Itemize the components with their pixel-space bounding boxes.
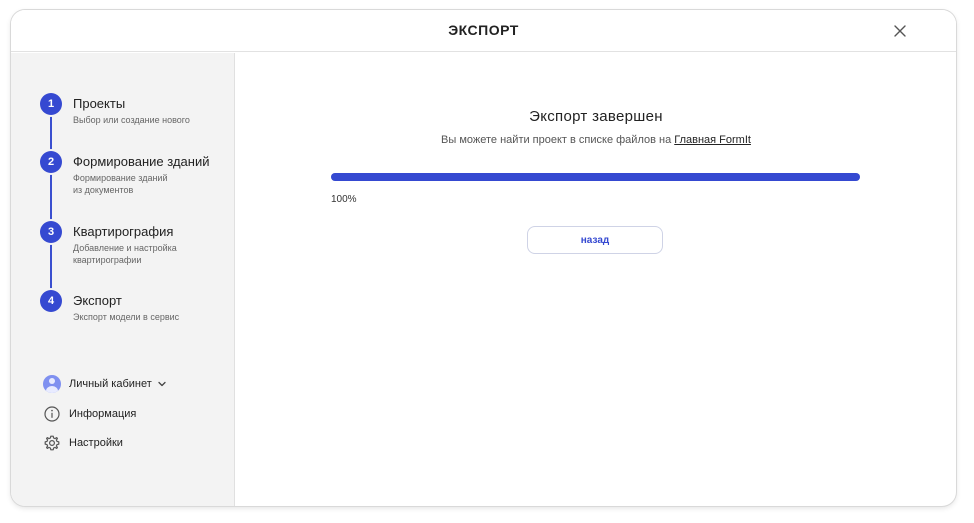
progress-fill bbox=[331, 173, 860, 181]
steps-sidebar: 1 Проекты Выбор или создание нового 2 Фо… bbox=[11, 53, 235, 506]
export-result-panel: Экспорт завершен Вы можете найти проект … bbox=[236, 53, 956, 506]
step-title: Экспорт bbox=[73, 293, 122, 308]
step-number: 2 bbox=[40, 151, 62, 173]
chevron-down-icon bbox=[158, 381, 166, 387]
steps-connector-line bbox=[50, 103, 52, 298]
dialog-header: ЭКСПОРТ bbox=[11, 10, 956, 52]
progress-bar bbox=[331, 173, 860, 181]
step-number: 1 bbox=[40, 93, 62, 115]
account-menu[interactable]: Личный кабинет bbox=[43, 374, 167, 394]
info-link[interactable]: Информация bbox=[43, 404, 136, 424]
export-dialog: ЭКСПОРТ 1 Проекты Выбор или создание нов… bbox=[11, 10, 956, 506]
step-title: Проекты bbox=[73, 96, 126, 111]
export-complete-subtitle: Вы можете найти проект в списке файлов н… bbox=[236, 134, 956, 146]
step-subtitle: Добавление и настройка квартирографии bbox=[73, 243, 177, 265]
settings-label: Настройки bbox=[69, 437, 123, 449]
step-title: Квартирография bbox=[73, 224, 174, 239]
account-label: Личный кабинет bbox=[69, 378, 152, 390]
close-button[interactable] bbox=[892, 23, 908, 39]
avatar-icon bbox=[43, 375, 61, 393]
formit-home-link[interactable]: Главная FormIt bbox=[674, 134, 751, 146]
step-title: Формирование зданий bbox=[73, 154, 210, 169]
back-button[interactable]: назад bbox=[527, 226, 663, 254]
info-icon bbox=[44, 406, 60, 422]
settings-link[interactable]: Настройки bbox=[43, 433, 123, 453]
step-subtitle: Выбор или создание нового bbox=[73, 115, 190, 125]
progress-percent: 100% bbox=[331, 194, 357, 205]
step-subtitle: Экспорт модели в сервис bbox=[73, 312, 180, 322]
subtitle-text: Вы можете найти проект в списке файлов н… bbox=[441, 134, 675, 146]
close-icon bbox=[894, 25, 906, 37]
step-number: 4 bbox=[40, 290, 62, 312]
export-complete-title: Экспорт завершен bbox=[529, 108, 663, 125]
gear-icon bbox=[44, 435, 60, 451]
step-subtitle: Формирование зданий из документов bbox=[73, 173, 168, 195]
dialog-title: ЭКСПОРТ bbox=[448, 22, 519, 38]
info-label: Информация bbox=[69, 408, 137, 420]
step-number: 3 bbox=[40, 221, 62, 243]
